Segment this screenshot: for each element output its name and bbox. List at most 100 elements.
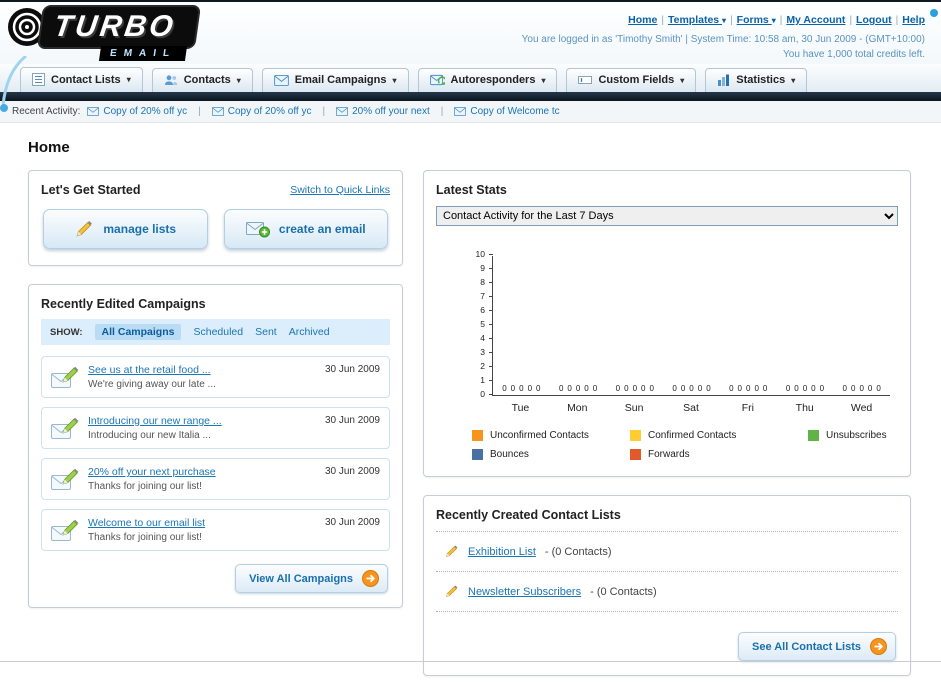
legend-label: Confirmed Contacts: [648, 430, 737, 441]
contact-list-count: - (0 Contacts): [544, 545, 612, 558]
campaign-title[interactable]: See us at the retail food ...: [88, 364, 316, 376]
top-right-area: Home | Templates ▾ | Forms ▾ | My Account | Logo…: [522, 7, 925, 63]
campaign-date: 30 Jun 2009: [324, 364, 380, 375]
top-links: Home | Templates ▾ | Forms ▾ | My Account | Logo…: [522, 7, 925, 32]
right-column: Latest Stats Contact Activity for the La…: [423, 170, 911, 694]
link-separator: |: [849, 15, 853, 26]
create-email-label: create an email: [278, 222, 366, 236]
login-info: You are logged in as 'Timothy Smith' | S…: [521, 33, 925, 45]
campaign-subtitle: Thanks for joining our list!: [88, 532, 202, 543]
contact-list-items: Exhibition List - (0 Contacts) Newslette…: [436, 531, 898, 612]
x-axis-label: Fri: [741, 402, 754, 414]
corner-dot-decoration: [930, 9, 938, 17]
stats-activity-select[interactable]: Contact Activity for the Last 7 Days: [436, 206, 898, 226]
legend-swatch: [630, 430, 641, 441]
chart-value-labels: 00000: [615, 384, 654, 393]
legend-item-unconfirmed-contacts: Unconfirmed Contacts: [472, 430, 630, 441]
dotted-divider: [436, 531, 898, 532]
x-axis-label: Sat: [683, 402, 699, 414]
manage-lists-label: manage lists: [103, 222, 177, 236]
pencil-icon: [74, 219, 94, 239]
campaign-tab-all-campaigns[interactable]: All Campaigns: [94, 324, 182, 340]
top-link-my-account[interactable]: My Account: [786, 14, 845, 26]
campaign-tab-sent[interactable]: Sent: [255, 326, 277, 338]
campaign-title[interactable]: Introducing our new range ...: [88, 415, 316, 427]
legend-label: Bounces: [490, 449, 529, 460]
recent-activity-item[interactable]: Copy of 20% off yc: [87, 106, 187, 117]
get-started-panel: Let's Get Started Switch to Quick Links …: [28, 170, 403, 266]
manage-lists-button[interactable]: manage lists: [43, 209, 208, 249]
view-all-campaigns-button[interactable]: View All Campaigns: [235, 564, 388, 593]
contact-list-name[interactable]: Newsletter Subscribers: [468, 586, 581, 598]
switch-quick-links-link[interactable]: Switch to Quick Links: [290, 184, 390, 196]
recent-activity-items: Copy of 20% off yc | Copy of 20% off yc | 20…: [87, 106, 560, 117]
campaign-list: See us at the retail food ... We're givi…: [41, 356, 390, 551]
campaign-subtitle: Introducing our new Italia ...: [88, 430, 211, 441]
campaign-date: 30 Jun 2009: [324, 466, 380, 477]
turbo-email-logo[interactable]: TURBO EMAIL: [4, 4, 201, 61]
nav-tab-contact-lists[interactable]: Contact Lists ▾: [20, 67, 143, 92]
chart-value-labels: 00000: [558, 384, 598, 393]
envelope-icon: [273, 74, 289, 86]
contact-list-item[interactable]: Exhibition List - (0 Contacts): [436, 541, 898, 562]
campaign-tab-scheduled[interactable]: Scheduled: [193, 326, 243, 338]
campaign-item[interactable]: 20% off your next purchase Thanks for jo…: [41, 458, 390, 500]
nav-tab-custom-fields[interactable]: Custom Fields ▾: [566, 68, 697, 92]
chevron-down-icon: ▾: [680, 75, 685, 85]
envelope-icon: [454, 107, 467, 116]
nav-tab-email-campaigns[interactable]: Email Campaigns ▾: [261, 68, 409, 92]
nav-tab-contacts[interactable]: Contacts ▾: [151, 68, 253, 92]
latest-stats-panel: Latest Stats Contact Activity for the La…: [423, 170, 911, 477]
see-all-contact-lists-button[interactable]: See All Contact Lists: [737, 632, 896, 661]
envelope-icon: [87, 107, 100, 116]
nav-tab-statistics[interactable]: Statistics ▾: [705, 68, 808, 92]
credits-info: You have 1,000 total credits left.: [783, 49, 925, 61]
recent-activity-item[interactable]: 20% off your next: [336, 106, 430, 117]
create-email-button[interactable]: create an email: [223, 209, 388, 249]
top-link-logout[interactable]: Logout: [856, 14, 892, 26]
legend-swatch: [808, 430, 819, 441]
campaign-item[interactable]: Welcome to our email list Thanks for joi…: [41, 509, 390, 551]
pencil-icon: [444, 584, 459, 599]
chart-category-group: 00000: [550, 256, 607, 395]
contact-list-item[interactable]: Newsletter Subscribers - (0 Contacts): [436, 581, 898, 602]
recent-activity-item[interactable]: Copy of 20% off yc: [211, 106, 311, 117]
footer-divider: [0, 661, 941, 662]
contact-list-name[interactable]: Exhibition List: [468, 546, 536, 558]
chart-category-group: 00000: [720, 256, 777, 395]
chevron-down-icon: ▾: [541, 75, 546, 85]
campaign-tab-archived[interactable]: Archived: [289, 326, 330, 338]
legend-swatch: [630, 449, 641, 460]
y-axis-label: 9: [480, 263, 485, 273]
recent-activity-item[interactable]: Copy of Welcome tc: [454, 106, 560, 117]
nav-tab-autoresponders[interactable]: Autoresponders ▾: [417, 68, 558, 92]
top-link-home[interactable]: Home: [628, 14, 657, 26]
top-link-templates[interactable]: Templates ▾: [668, 14, 726, 26]
activity-separator: |: [198, 106, 201, 117]
legend-item-bounces: Bounces: [472, 449, 630, 460]
top-link-forms[interactable]: Forms ▾: [737, 14, 776, 26]
chevron-down-icon: ▾: [126, 75, 131, 84]
campaign-item[interactable]: See us at the retail food ... We're givi…: [41, 356, 390, 398]
field-icon: [578, 74, 593, 86]
y-axis-label: 2: [480, 361, 485, 371]
campaign-filter-tabs: SHOW: All Campaigns Scheduled Sent Archived: [41, 319, 390, 345]
chevron-down-icon: ▾: [236, 75, 241, 85]
recent-activity-bar: Recent Activity: Copy of 20% off yc | Copy…: [0, 101, 941, 123]
arrow-circle-icon: [362, 570, 379, 587]
legend-swatch: [472, 430, 483, 441]
campaign-title[interactable]: Welcome to our email list: [88, 517, 316, 529]
activity-separator: |: [440, 106, 444, 117]
nav-divider-bar: [0, 92, 941, 101]
campaign-item[interactable]: Introducing our new range ... Introducin…: [41, 407, 390, 449]
main-navigation: Contact Lists ▾ Contacts ▾ Email Campaigns ▾ A…: [0, 64, 941, 92]
y-axis-label: 7: [480, 291, 485, 301]
contact-activity-chart: 0 1 2 3 4 5 6 7 8 9 10 00000 00000 00000 00…: [470, 249, 890, 414]
recent-contact-lists-panel: Recently Created Contact Lists Exhibitio…: [423, 495, 911, 676]
legend-label: Forwards: [648, 449, 690, 460]
latest-stats-title: Latest Stats: [436, 183, 507, 197]
campaign-title[interactable]: 20% off your next purchase: [88, 466, 316, 478]
chart-value-labels: 00000: [502, 384, 541, 393]
top-link-help[interactable]: Help: [902, 14, 925, 26]
nav-tab-label: Contact Lists: [51, 73, 121, 86]
